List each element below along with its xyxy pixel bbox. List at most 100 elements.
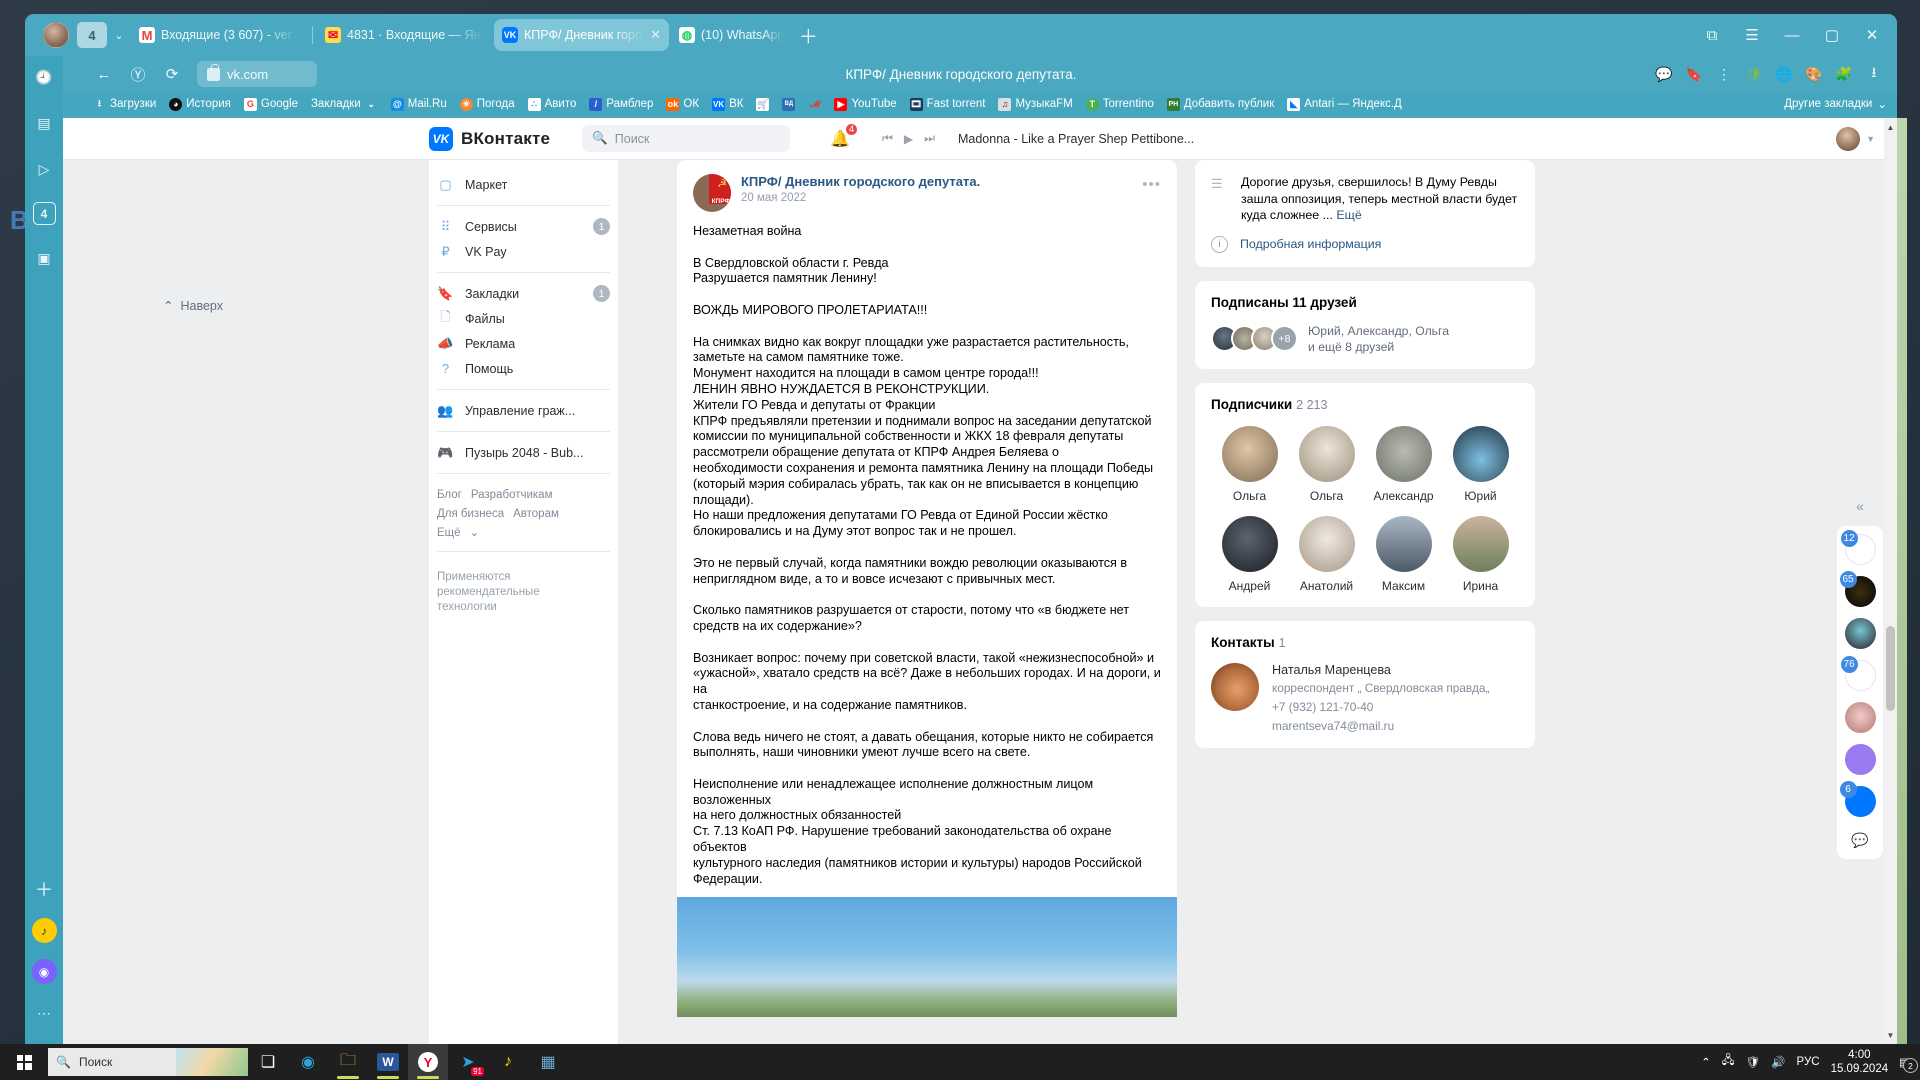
detailed-info-row[interactable]: i Подробная информация bbox=[1211, 235, 1519, 253]
sidebar-item-services[interactable]: ⠿ Сервисы 1 bbox=[433, 214, 618, 239]
shield-extension-icon[interactable]: 🛡 bbox=[1741, 61, 1767, 87]
bookmark-youtube[interactable]: ▶ YouTube bbox=[834, 97, 897, 111]
subscribers-card-title[interactable]: Подписчики 2 213 bbox=[1211, 397, 1519, 412]
palette-icon[interactable]: 🎨 bbox=[1801, 61, 1827, 87]
new-tab-button[interactable]: ＋ bbox=[794, 21, 822, 49]
contact-row[interactable]: Наталья Маренцева корреспондент „ Свердл… bbox=[1211, 662, 1519, 734]
taskbar-search[interactable]: 🔍 Поиск bbox=[48, 1048, 248, 1076]
scroll-to-top-link[interactable]: ⌃ Наверх bbox=[163, 298, 223, 314]
sidebar-item-files[interactable]: 🗋 Файлы bbox=[433, 306, 618, 331]
bookmark-folder[interactable]: Закладки ⌄ bbox=[311, 98, 378, 111]
vk-logo[interactable]: VK ВКонтакте bbox=[429, 126, 550, 151]
tab-count-badge[interactable]: 4 bbox=[77, 22, 107, 48]
bookmark-antari[interactable]: ◣ Antari — Яндекс.Д bbox=[1287, 97, 1402, 111]
bookmark-history[interactable]: ◕ История bbox=[169, 97, 231, 111]
detailed-info-link[interactable]: Подробная информация bbox=[1240, 237, 1381, 251]
bookmark-fasttorrent[interactable]: 🎞 Fast torrent bbox=[909, 97, 985, 111]
back-button[interactable]: ← bbox=[89, 59, 119, 89]
bookmark-mailru[interactable]: @ Mail.Ru bbox=[390, 97, 447, 111]
video-icon[interactable]: ▷ bbox=[31, 156, 57, 182]
post-author-avatar[interactable]: ☭ КПРФ bbox=[693, 174, 731, 212]
tab-count-icon[interactable]: 4 bbox=[32, 202, 56, 225]
contacts-card-title[interactable]: Контакты 1 bbox=[1211, 635, 1519, 650]
status-more-link[interactable]: Ещё bbox=[1336, 208, 1361, 222]
cast-icon[interactable]: ⧉ bbox=[1693, 20, 1731, 50]
bookmark-script[interactable]: 𝓜 bbox=[808, 98, 821, 111]
bookmark-avito[interactable]: ∴ Авито bbox=[527, 97, 576, 111]
contact-name[interactable]: Наталья Маренцева bbox=[1272, 663, 1489, 677]
bookmark-downloads[interactable]: ⭳ Загрузки bbox=[93, 98, 156, 111]
sidebar-item-vkpay[interactable]: ₽ VK Pay bbox=[433, 239, 618, 264]
subscriber-item[interactable]: Ольга bbox=[1288, 425, 1365, 503]
collections-icon[interactable]: ▤ bbox=[31, 110, 57, 136]
url-input[interactable]: vk.com bbox=[197, 61, 317, 87]
subscriber-item[interactable]: Александр bbox=[1365, 425, 1442, 503]
notifications-button[interactable]: 🔔 4 bbox=[830, 121, 860, 149]
chevron-down-icon[interactable]: ⌄ bbox=[107, 22, 131, 48]
sidebar-item-citizens[interactable]: 👥 Управление граж... bbox=[433, 398, 618, 423]
telegram-icon[interactable]: ➤ 91 bbox=[448, 1044, 488, 1080]
footer-link-business[interactable]: Для бизнеса bbox=[437, 508, 504, 520]
minimize-button[interactable]: — bbox=[1773, 20, 1811, 50]
globe-icon[interactable]: 🌐 bbox=[1771, 61, 1797, 87]
tab-whatsapp[interactable]: ◍ (10) WhatsApp bbox=[671, 18, 792, 52]
browser-profile-avatar[interactable] bbox=[43, 22, 69, 48]
comment-icon[interactable]: 💬 bbox=[1651, 61, 1677, 87]
language-indicator[interactable]: РУС bbox=[1797, 1056, 1820, 1068]
prev-track-button[interactable]: ⏮ bbox=[882, 131, 893, 146]
yandex-assistant-icon[interactable]: Ⓨ bbox=[123, 59, 153, 89]
yandex-music-icon[interactable]: ♪ bbox=[31, 918, 57, 943]
puzzle-icon[interactable]: 🧩 bbox=[1831, 61, 1857, 87]
post-photo[interactable] bbox=[677, 897, 1177, 1018]
reload-button[interactable]: ⟳ bbox=[157, 59, 187, 89]
scroll-down-arrow[interactable]: ▼ bbox=[1884, 1028, 1897, 1042]
other-app-icon[interactable]: ▦ bbox=[528, 1044, 568, 1080]
footer-link-blog[interactable]: Блог bbox=[437, 489, 462, 501]
page-scrollbar[interactable]: ▲ ▼ bbox=[1884, 118, 1897, 1044]
action-center-button[interactable]: ▤2 bbox=[1899, 1055, 1918, 1073]
widget-ohukoha[interactable]: 12 bbox=[1840, 530, 1876, 565]
footer-link-devs[interactable]: Разработчикам bbox=[471, 489, 553, 501]
more-dots-icon[interactable]: ••• bbox=[1142, 176, 1161, 193]
alice-icon[interactable]: ◉ bbox=[31, 959, 57, 984]
tab-vk-active[interactable]: VK КПРФ/ Дневник город ✕ bbox=[494, 19, 669, 51]
tab-yandex-mail[interactable]: ✉ 4831 · Входящие — Яндек bbox=[317, 18, 492, 52]
bookmark-torrentino[interactable]: T Torrentino bbox=[1085, 97, 1154, 111]
vk-search-input[interactable]: 🔍 Поиск bbox=[582, 125, 791, 152]
bookmark-muzikafm[interactable]: ♫ МузыкаFM bbox=[998, 97, 1073, 111]
history-icon[interactable]: 🕘 bbox=[31, 64, 57, 90]
other-bookmarks-button[interactable]: Другие закладки ⌄ bbox=[1772, 97, 1887, 111]
bookmark-add-public[interactable]: РН Добавить публик bbox=[1166, 97, 1274, 111]
widget-woman-photo[interactable] bbox=[1844, 618, 1876, 649]
music-app-icon[interactable]: ♪ bbox=[488, 1044, 528, 1080]
explorer-icon[interactable]: 🗀 bbox=[328, 1044, 368, 1080]
start-button[interactable] bbox=[0, 1044, 48, 1080]
add-icon[interactable]: ＋ bbox=[31, 876, 57, 902]
widget-finn-flare[interactable]: 76 bbox=[1840, 656, 1876, 691]
bookmark-rambler[interactable]: / Рамблер bbox=[589, 97, 653, 111]
scroll-up-arrow[interactable]: ▲ bbox=[1884, 120, 1897, 134]
defender-icon[interactable]: 🛡 bbox=[1746, 1055, 1761, 1069]
footer-link-more[interactable]: Ещё bbox=[437, 527, 461, 539]
chat-bubble-icon[interactable]: 💬 bbox=[1851, 828, 1868, 851]
more-icon[interactable]: ⋯ bbox=[31, 1000, 57, 1026]
subscriber-item[interactable]: Юрий bbox=[1442, 425, 1519, 503]
network-icon[interactable]: 🖧 bbox=[1722, 1053, 1735, 1072]
widget-hobo[interactable] bbox=[1844, 744, 1876, 775]
widget-vk-messages[interactable]: 6 bbox=[1839, 781, 1876, 817]
friends-overflow-count[interactable]: +8 bbox=[1271, 325, 1298, 352]
close-icon[interactable]: ✕ bbox=[650, 27, 661, 43]
show-hidden-icon[interactable]: ⌃ bbox=[1701, 1055, 1711, 1069]
bookmark-weather[interactable]: ☀ Погода bbox=[459, 97, 515, 111]
sidebar-item-ads[interactable]: 📣 Реклама bbox=[433, 331, 618, 356]
bookmark-google[interactable]: G Google bbox=[243, 97, 298, 111]
clock[interactable]: 4:00 15.09.2024 bbox=[1831, 1048, 1889, 1076]
sidebar-item-market[interactable]: ▢ Маркет bbox=[433, 172, 618, 197]
task-view-icon[interactable]: ❏ bbox=[248, 1044, 288, 1080]
next-track-button[interactable]: ⏭ bbox=[924, 131, 935, 146]
friends-card-title[interactable]: Подписаны 11 друзей bbox=[1211, 295, 1519, 310]
play-button[interactable]: ▶ bbox=[904, 132, 913, 146]
bookmark-vk[interactable]: VK ВК bbox=[712, 97, 743, 111]
bookmark-cart[interactable]: 🛒 bbox=[756, 97, 770, 111]
bookmark-vashdom[interactable]: ВД bbox=[782, 97, 796, 111]
